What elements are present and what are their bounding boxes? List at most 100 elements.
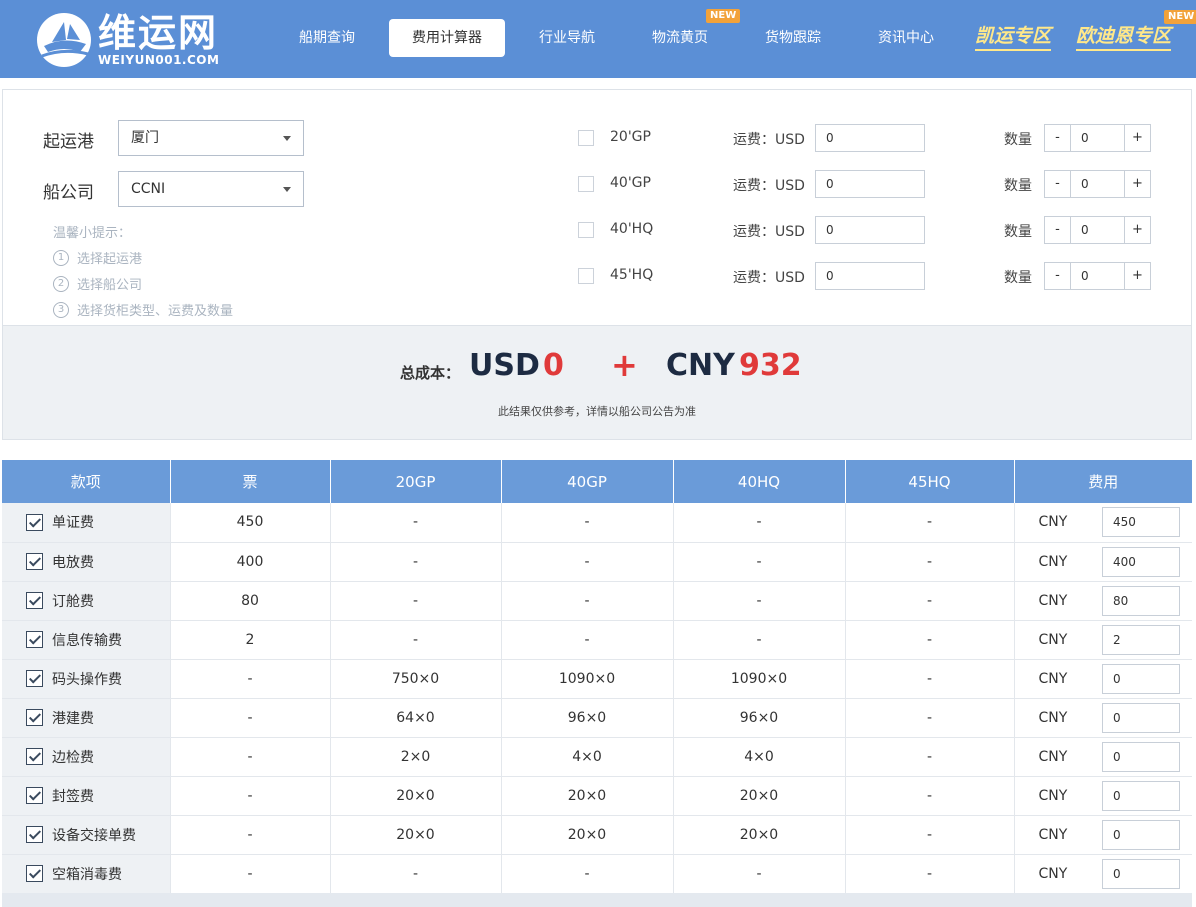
table-row: 单证费 450- - - - CNY 450 <box>2 503 1192 543</box>
gp40-cell: - <box>501 542 674 582</box>
hq40-cell: - <box>673 854 846 894</box>
gp40-cell: 96×0 <box>501 698 674 738</box>
quantity-input[interactable]: 0 <box>1070 171 1125 197</box>
container-40hq-checkbox[interactable] <box>578 222 594 238</box>
fee-currency: CNY <box>1038 670 1068 687</box>
table-row: 设备交接单费 -20×0 20×0 20×0- CNY 0 <box>2 815 1193 855</box>
increment-button[interactable]: + <box>1125 217 1150 243</box>
increment-button[interactable]: + <box>1125 263 1150 289</box>
port-select[interactable]: 厦门 <box>118 120 304 156</box>
caret-down-icon <box>283 187 291 192</box>
top-header: 维运网 WEIYUN001.COM 船期查询 费用计算器 行业导航 物流黄页 N… <box>0 0 1196 78</box>
fee-item-name: 边检费 <box>52 749 94 766</box>
fee-item-name: 信息传输费 <box>52 632 122 649</box>
container-20gp-checkbox[interactable] <box>578 130 594 146</box>
fee-item-checkbox[interactable] <box>26 631 43 648</box>
fee-input[interactable]: 450 <box>1102 507 1180 538</box>
freight-input[interactable]: 0 <box>815 170 925 198</box>
nav-item-schedule[interactable]: 船期查询 <box>280 19 374 57</box>
increment-button[interactable]: + <box>1125 171 1150 197</box>
nav-item-cargo-tracking[interactable]: 货物跟踪 <box>746 19 840 57</box>
fee-item-cell: 电放费 <box>2 542 171 582</box>
hq40-cell: - <box>673 581 846 621</box>
gp20-cell: - <box>330 503 502 543</box>
fee-input[interactable]: 80 <box>1102 585 1180 616</box>
fee-group: CNY 0 <box>1015 819 1193 850</box>
decrement-button[interactable]: - <box>1045 217 1070 243</box>
hq40-cell: - <box>673 620 846 660</box>
quantity-input[interactable]: 0 <box>1070 125 1125 151</box>
fee-item-checkbox[interactable] <box>26 748 43 765</box>
decrement-button[interactable]: - <box>1045 125 1070 151</box>
nav-item-yellow-pages[interactable]: 物流黄页 <box>633 19 727 57</box>
fee-item-checkbox[interactable] <box>26 709 43 726</box>
logo-text: 维运网 WEIYUN001.COM <box>98 13 219 67</box>
fee-item: 空箱消毒费 <box>26 864 170 884</box>
nav-item-fee-calculator[interactable]: 费用计算器 <box>389 19 505 57</box>
freight-input[interactable]: 0 <box>815 124 925 152</box>
fee-input[interactable]: 0 <box>1102 663 1180 694</box>
fee-cell: CNY 0 <box>1014 659 1192 699</box>
fee-group: CNY 80 <box>1015 585 1193 616</box>
fee-input[interactable]: 0 <box>1102 780 1180 811</box>
fee-item-name: 港建费 <box>52 710 94 727</box>
logo-en: WEIYUN001.COM <box>98 53 220 67</box>
tip-text: 选择货柜类型、运费及数量 <box>77 304 234 319</box>
ticket-cell: - <box>170 737 331 777</box>
fee-input[interactable]: 0 <box>1102 819 1180 850</box>
container-row-20gp: 20'GP 运费：USD 0 数量 - 0 + <box>578 124 1152 152</box>
fee-item-checkbox[interactable] <box>26 513 43 531</box>
horizontal-scrollbar[interactable] <box>2 893 1192 907</box>
hq45-cell: - <box>845 815 1015 855</box>
fee-cell: CNY 0 <box>1014 737 1192 777</box>
cny-currency: CNY <box>666 348 735 383</box>
new-badge: NEW <box>706 9 741 23</box>
carrier-select[interactable]: CCNI <box>118 171 304 207</box>
fee-item-cell: 订舱费 <box>2 581 171 621</box>
ticket-cell: - <box>170 815 331 855</box>
fee-input[interactable]: 2 <box>1102 624 1180 655</box>
hq40-cell: 20×0 <box>673 776 846 816</box>
nav-item-news[interactable]: 资讯中心 <box>859 19 953 57</box>
nav-item-kaiyun-zone[interactable]: 凯运专区 <box>975 24 1052 51</box>
quantity-label: 数量 <box>1004 132 1032 148</box>
gp40-cell: 1090×0 <box>501 659 674 699</box>
fee-item-checkbox[interactable] <box>26 670 43 687</box>
port-select-value: 厦门 <box>131 130 159 146</box>
increment-button[interactable]: + <box>1125 125 1150 151</box>
fee-item-checkbox[interactable] <box>26 553 43 570</box>
nav-item-odien-zone[interactable]: 欧迪恩专区 <box>1076 24 1172 51</box>
quantity-stepper: - 0 + <box>1044 262 1151 290</box>
container-40gp-checkbox[interactable] <box>578 176 594 192</box>
fee-currency: CNY <box>1038 514 1068 531</box>
freight-input[interactable]: 0 <box>815 216 925 244</box>
fee-currency: CNY <box>1038 553 1068 570</box>
fee-cell: CNY 80 <box>1014 581 1193 621</box>
gp40-cell: - <box>501 503 674 543</box>
fee-item-checkbox[interactable] <box>26 826 43 843</box>
quantity-input[interactable]: 0 <box>1070 263 1125 289</box>
fee-input[interactable]: 0 <box>1102 741 1180 772</box>
decrement-button[interactable]: - <box>1045 171 1070 197</box>
table-row: 边检费 -2×0 4×0 4×0- CNY 0 <box>2 737 1192 777</box>
fee-input[interactable]: 400 <box>1102 546 1180 577</box>
fee-cell: CNY 0 <box>1014 776 1192 816</box>
fee-item-checkbox[interactable] <box>26 592 43 609</box>
fee-item-checkbox[interactable] <box>26 865 43 882</box>
fee-item-checkbox[interactable] <box>26 787 43 804</box>
new-badge: NEW <box>1164 10 1196 24</box>
tips-title-text: 温馨小提示： <box>53 226 132 241</box>
nav-item-industry-nav[interactable]: 行业导航 <box>520 19 614 57</box>
table-row: 封签费 -20×0 20×0 20×0- CNY 0 <box>2 776 1192 816</box>
fee-input[interactable]: 0 <box>1102 702 1180 733</box>
gp20-cell: 20×0 <box>330 815 502 855</box>
fee-input[interactable]: 0 <box>1102 858 1180 889</box>
quantity-input[interactable]: 0 <box>1070 217 1125 243</box>
decrement-button[interactable]: - <box>1045 263 1070 289</box>
container-45hq-checkbox[interactable] <box>578 268 594 284</box>
site-logo[interactable]: 维运网 WEIYUN001.COM <box>34 12 219 68</box>
freight-label: 运费：USD <box>733 224 805 240</box>
fee-currency: CNY <box>1038 592 1068 609</box>
freight-input[interactable]: 0 <box>815 262 925 290</box>
plus-sign: + <box>611 346 638 384</box>
